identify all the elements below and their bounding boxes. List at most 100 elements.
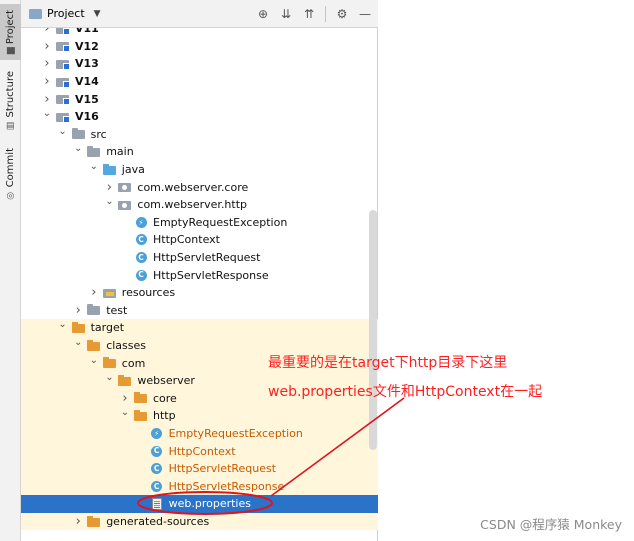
chevron-right-icon[interactable]: › xyxy=(41,56,53,71)
tree-row[interactable]: ›CHttpServletRequest xyxy=(21,249,378,267)
chevron-down-icon[interactable]: ⌄ xyxy=(119,407,131,418)
tree-row[interactable]: ›CHttpContext xyxy=(21,442,378,460)
resources-folder-icon xyxy=(102,287,117,299)
tree-row[interactable]: › resources xyxy=(21,284,378,302)
class-icon: C xyxy=(134,234,148,246)
tree-row-label: classes xyxy=(106,339,146,353)
toolbar-divider xyxy=(325,6,326,22)
project-view-selector[interactable]: Project ▼ xyxy=(29,7,101,20)
tree-row[interactable]: ⌄ main xyxy=(21,143,378,161)
minimize-icon[interactable]: — xyxy=(358,7,372,21)
tree-row-label: V16 xyxy=(75,110,99,124)
chevron-down-icon[interactable]: ⌄ xyxy=(72,143,84,154)
tree-row-label: HttpServletResponse xyxy=(153,268,269,282)
tree-row[interactable]: ⌄ java xyxy=(21,161,378,179)
folder-icon xyxy=(29,8,42,19)
tree-row[interactable]: ›CHttpServletRequest xyxy=(21,460,378,478)
tree-row[interactable]: › com.webserver.core xyxy=(21,178,378,196)
tree-row-label: test xyxy=(106,303,128,317)
collapse-all-icon[interactable]: ⇈ xyxy=(302,7,316,21)
module-folder-icon xyxy=(56,111,70,123)
class-icon: C xyxy=(150,463,164,475)
package-icon xyxy=(118,181,132,193)
tree-row[interactable]: ⌄ com.webserver.http xyxy=(21,196,378,214)
chevron-right-icon[interactable]: › xyxy=(72,514,84,529)
tree-row-label: HttpServletResponse xyxy=(168,479,285,493)
tree-row[interactable]: › V12 xyxy=(21,38,378,56)
tree-row[interactable]: › V13 xyxy=(21,55,378,73)
tree-row[interactable]: › generated-sources xyxy=(21,512,378,531)
project-panel: › V11 › V12 › V13 › V14 › V15 ⌄ V16 ⌄ src ⌄ main ⌄ java › c… xyxy=(21,0,378,541)
class-icon: C xyxy=(134,269,148,281)
chevron-right-icon[interactable]: › xyxy=(72,303,84,318)
chevron-down-icon[interactable]: ⌄ xyxy=(103,372,115,383)
tree-row-label: target xyxy=(90,321,125,335)
project-tab-label: Project xyxy=(5,9,16,45)
structure-icon: ▤ xyxy=(5,120,16,131)
annotation-line-2: web.properties文件和HttpContext在一起 xyxy=(268,384,543,400)
chevron-right-icon[interactable]: › xyxy=(41,39,53,54)
tree-row-label: com xyxy=(121,356,146,370)
project-toolbar: Project ▼ ⊕ ⇊ ⇈ ⚙ — xyxy=(21,0,378,28)
tree-row[interactable]: ⌄ src xyxy=(21,126,378,144)
tree-row[interactable]: ⌄ V16 xyxy=(21,108,378,126)
tree-row-label: EmptyRequestException xyxy=(153,215,288,229)
tool-window-strip: ▆ Project ▤ Structure ◎ Commit xyxy=(0,0,21,541)
structure-tool-tab[interactable]: ▤ Structure xyxy=(0,71,21,131)
tree-row[interactable]: ›CHttpServletResponse xyxy=(21,477,378,496)
properties-file-icon xyxy=(150,497,164,510)
tree-row[interactable]: ›CHttpContext xyxy=(21,231,378,249)
project-tool-tab[interactable]: ▆ Project xyxy=(0,4,21,60)
tree-row[interactable]: › V15 xyxy=(21,90,378,108)
class-icon: C xyxy=(150,480,164,492)
excluded-folder-icon xyxy=(134,392,148,404)
chevron-down-icon[interactable]: ⌄ xyxy=(57,319,69,330)
chevron-down-icon[interactable]: ⌄ xyxy=(103,196,115,207)
class-icon: C xyxy=(134,252,148,264)
excluded-folder-icon xyxy=(102,357,117,369)
tree-row-label: HttpServletRequest xyxy=(168,462,277,476)
chevron-down-icon[interactable]: ⌄ xyxy=(41,108,53,119)
tree-row-label: java xyxy=(121,163,145,177)
chevron-right-icon[interactable]: › xyxy=(41,92,53,107)
tree-row-label: http xyxy=(153,409,176,423)
chevron-down-icon[interactable]: ⌄ xyxy=(88,355,100,366)
module-folder-icon xyxy=(56,40,70,53)
chevron-down-icon[interactable]: ⌄ xyxy=(57,126,69,137)
source-folder-icon xyxy=(102,163,117,176)
tree-row-label: com.webserver.core xyxy=(137,180,249,194)
vertical-scrollbar[interactable] xyxy=(369,210,377,450)
tree-row[interactable]: ⌄ target xyxy=(21,319,378,337)
chevron-right-icon[interactable]: › xyxy=(41,74,53,89)
tree-row-label: V14 xyxy=(75,75,99,89)
module-folder-icon xyxy=(56,93,70,106)
gear-icon[interactable]: ⚙ xyxy=(335,7,349,21)
tree-row-label: src xyxy=(90,127,107,141)
exception-class-icon: ⚡ xyxy=(150,428,164,440)
excluded-folder-icon xyxy=(87,339,101,352)
chevron-right-icon[interactable]: › xyxy=(119,391,131,406)
watermark: CSDN @程序猿 Monkey xyxy=(480,517,622,532)
tree-row[interactable]: ›CHttpServletResponse xyxy=(21,266,378,284)
locate-icon[interactable]: ⊕ xyxy=(256,7,270,21)
tree-row[interactable]: ›⚡EmptyRequestException xyxy=(21,214,378,232)
commit-tool-tab[interactable]: ◎ Commit xyxy=(0,146,21,202)
tree-row[interactable]: › V14 xyxy=(21,73,378,91)
chevron-down-icon[interactable]: ⌄ xyxy=(72,337,84,348)
tree-row[interactable]: ›⚡EmptyRequestException xyxy=(21,424,378,443)
tree-row[interactable]: ›web.properties xyxy=(21,495,378,513)
chevron-right-icon[interactable]: › xyxy=(88,285,100,300)
folder-icon: ▆ xyxy=(5,47,16,55)
folder-icon xyxy=(87,304,101,316)
annotation-line-1: 最重要的是在target下http目录下这里 xyxy=(268,355,508,371)
expand-all-icon[interactable]: ⇊ xyxy=(279,7,293,21)
chevron-down-icon[interactable]: ⌄ xyxy=(88,161,100,172)
module-folder-icon xyxy=(56,76,70,88)
chevron-down-icon: ▼ xyxy=(93,8,101,19)
project-view-title: Project xyxy=(47,7,85,20)
tree-row[interactable]: ⌄ http xyxy=(21,407,378,425)
tree-row-label: web.properties xyxy=(168,497,251,511)
tree-row-label: resources xyxy=(121,286,176,300)
tree-row[interactable]: › test xyxy=(21,302,378,320)
chevron-right-icon[interactable]: › xyxy=(103,180,115,195)
